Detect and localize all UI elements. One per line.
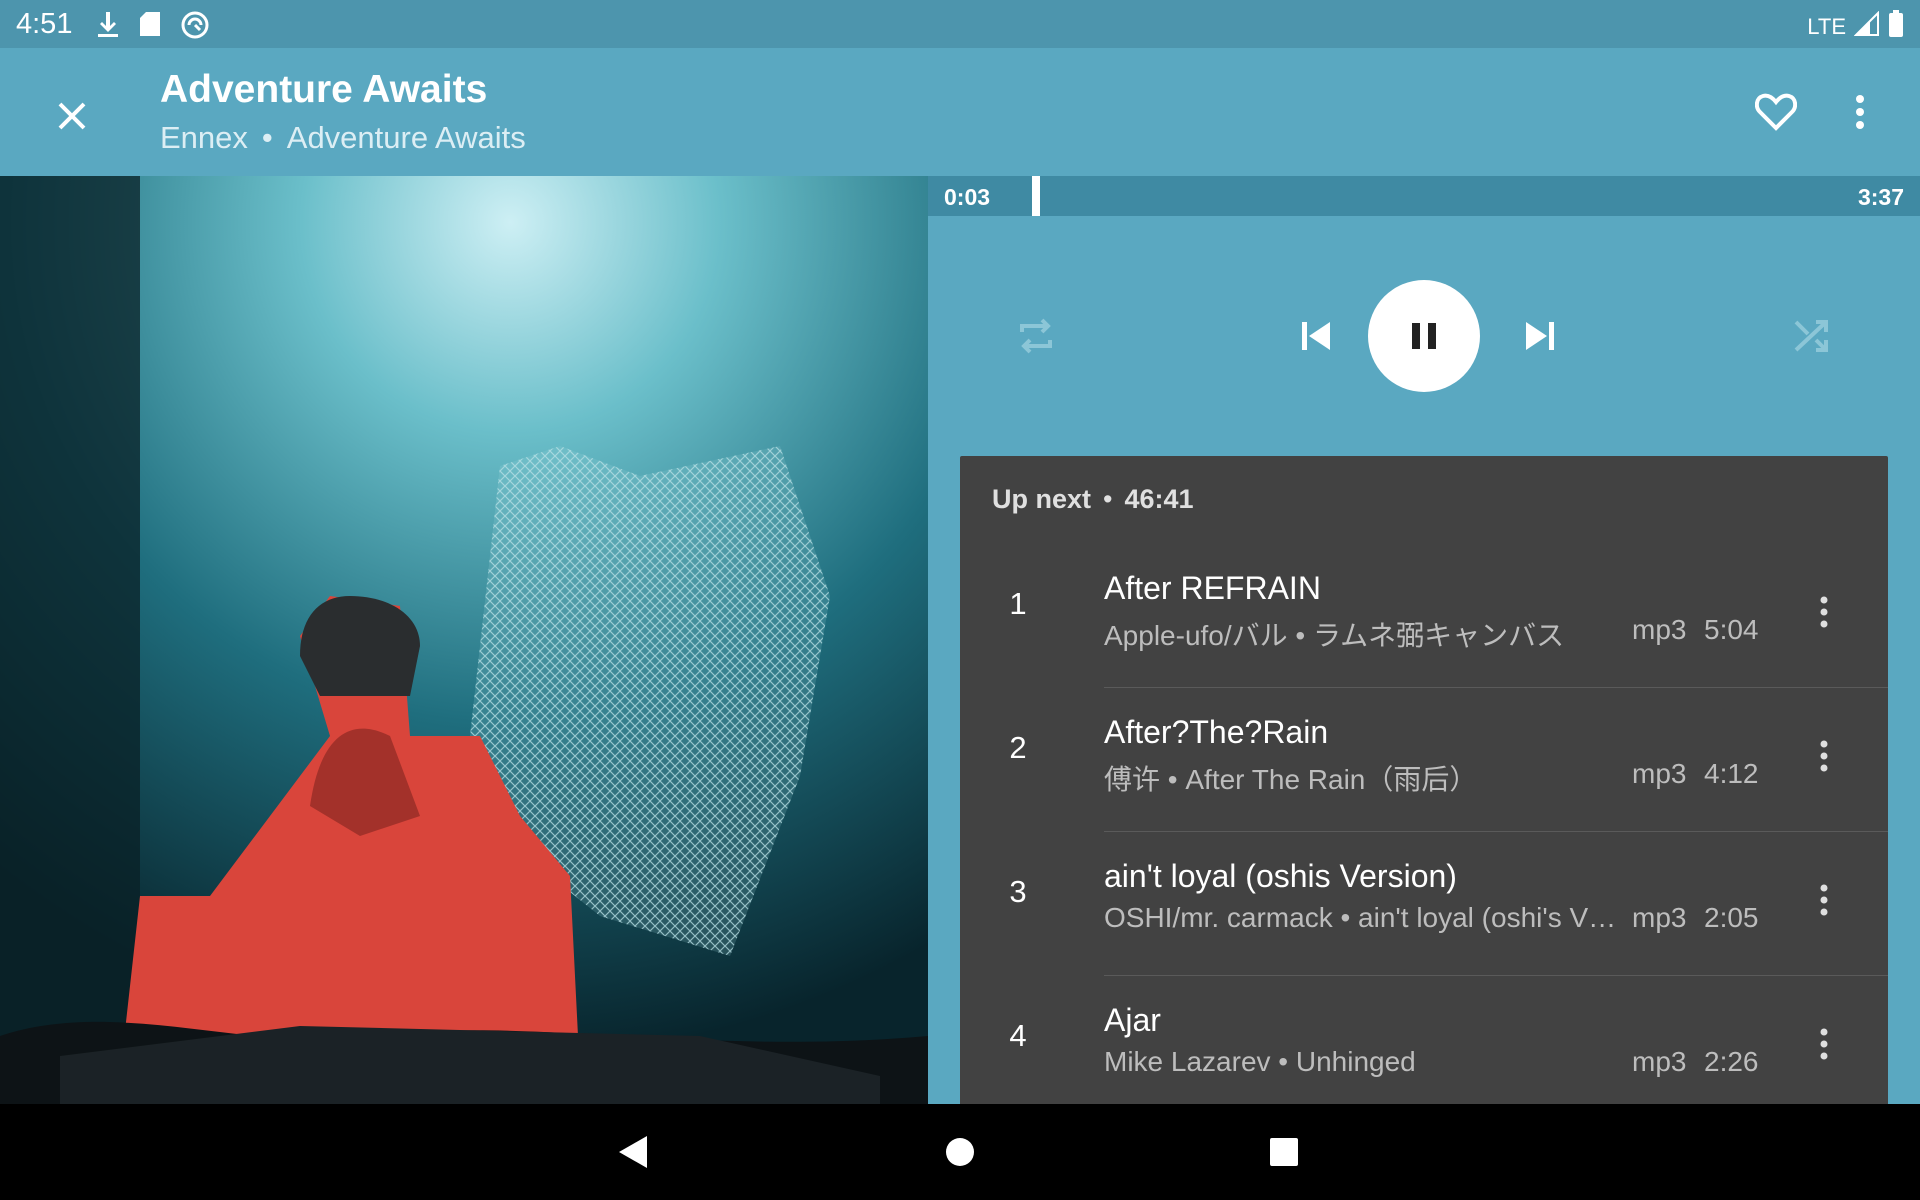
now-playing-toolbar: Adventure Awaits Ennex • Adventure Awaits	[0, 48, 1920, 176]
queue-item-menu-button[interactable]	[1800, 584, 1848, 640]
previous-button[interactable]	[1288, 308, 1344, 364]
status-bar: 4:51 LTE	[0, 0, 1920, 48]
more-vert-icon	[1820, 1028, 1828, 1060]
up-next-queue: Up next • 46:41 1 After REFRAIN Apple-ufo/…	[960, 456, 1888, 1104]
separator-dot: •	[1103, 484, 1113, 514]
more-vert-icon	[1820, 740, 1828, 772]
repeat-button[interactable]	[1008, 308, 1064, 364]
home-circle-icon	[946, 1138, 974, 1166]
more-vert-icon	[1820, 884, 1828, 916]
seek-bar[interactable]: 0:03 3:37	[928, 176, 1920, 216]
queue-item-menu-button[interactable]	[1800, 872, 1848, 928]
queue-item-menu-button[interactable]	[1800, 1016, 1848, 1072]
queue-item-length: 5:04	[1704, 614, 1759, 645]
player-panel: 0:03 3:37 Up next • 46:41 1 After REFRAIN …	[928, 176, 1920, 1104]
queue-item-number: 2	[1009, 730, 1027, 765]
repeat-icon	[1020, 318, 1052, 354]
queue-total-duration: 46:41	[1124, 484, 1194, 514]
total-duration: 3:37	[1857, 184, 1904, 210]
pause-icon	[1412, 323, 1436, 349]
queue-item-title: After REFRAIN	[1104, 570, 1321, 606]
status-time: 4:51	[16, 8, 73, 40]
navigation-bar	[0, 1104, 1920, 1200]
queue-item-length: 2:26	[1704, 1046, 1759, 1077]
download-arrow-icon	[96, 10, 120, 43]
queue-item[interactable]: 1 After REFRAIN Apple-ufo/バル • ラムネ弼キャンバス…	[960, 544, 1888, 688]
seek-thumb[interactable]	[1032, 176, 1040, 216]
queue-item-subtitle: OSHI/mr. carmack • ain't loyal (oshi's V…	[1104, 902, 1617, 933]
queue-label: Up next	[992, 484, 1092, 514]
sync-icon	[180, 10, 210, 45]
album-art	[0, 176, 928, 1104]
skip-previous-icon	[1302, 322, 1330, 350]
queue-item-format: mp3	[1632, 902, 1687, 933]
recents-button[interactable]	[1260, 1128, 1308, 1176]
track-subtitle: Ennex • Adventure Awaits	[160, 120, 526, 156]
sd-card-icon	[138, 10, 162, 43]
close-icon	[58, 102, 86, 130]
overflow-menu-button[interactable]	[1832, 84, 1888, 140]
queue-item-subtitle: Mike Lazarev • Unhinged	[1104, 1046, 1416, 1077]
queue-item-number: 3	[1009, 874, 1027, 909]
shuffle-button[interactable]	[1784, 308, 1840, 364]
separator-dot: •	[261, 120, 273, 155]
queue-item-number: 1	[1009, 586, 1027, 621]
queue-item-number: 4	[1009, 1018, 1027, 1053]
track-artist: Ennex	[160, 120, 248, 155]
track-title: Adventure Awaits	[160, 68, 488, 111]
queue-item-format: mp3	[1632, 1046, 1687, 1077]
track-album: Adventure Awaits	[286, 120, 526, 155]
queue-item-subtitle: 傅许 • After The Rain（雨后）	[1104, 764, 1478, 795]
queue-header: Up next • 46:41	[992, 484, 1194, 515]
back-triangle-icon	[619, 1136, 647, 1168]
queue-item-title: ain't loyal (oshis Version)	[1104, 858, 1457, 894]
queue-item-format: mp3	[1632, 758, 1687, 789]
next-button[interactable]	[1512, 308, 1568, 364]
shuffle-icon	[1794, 320, 1828, 352]
queue-item-subtitle: Apple-ufo/バル • ラムネ弼キャンバス	[1104, 620, 1565, 651]
queue-item-length: 2:05	[1704, 902, 1759, 933]
play-pause-button[interactable]	[1368, 280, 1480, 392]
recents-square-icon	[1270, 1138, 1298, 1166]
signal-icon	[1853, 10, 1880, 43]
queue-item[interactable]: 4 Ajar Mike Lazarev • Unhinged mp3 2:26	[960, 976, 1888, 1104]
home-button[interactable]	[936, 1128, 984, 1176]
skip-next-icon	[1526, 322, 1554, 350]
queue-item-title: Ajar	[1104, 1002, 1161, 1038]
favorite-button[interactable]	[1748, 84, 1804, 140]
network-type: LTE	[1807, 14, 1846, 39]
current-time: 0:03	[944, 184, 991, 210]
queue-item[interactable]: 3 ain't loyal (oshis Version) OSHI/mr. c…	[960, 832, 1888, 976]
queue-item-length: 4:12	[1704, 758, 1759, 789]
queue-item-format: mp3	[1632, 614, 1687, 645]
back-button[interactable]	[610, 1128, 658, 1176]
queue-item[interactable]: 2 After?The?Rain 傅许 • After The Rain（雨后）…	[960, 688, 1888, 832]
queue-item-menu-button[interactable]	[1800, 728, 1848, 784]
more-vert-icon	[1820, 596, 1828, 628]
heart-icon	[1755, 93, 1797, 131]
more-vert-icon	[1856, 95, 1864, 129]
close-button[interactable]	[44, 88, 100, 144]
queue-item-title: After?The?Rain	[1104, 714, 1329, 750]
battery-icon	[1888, 10, 1904, 44]
